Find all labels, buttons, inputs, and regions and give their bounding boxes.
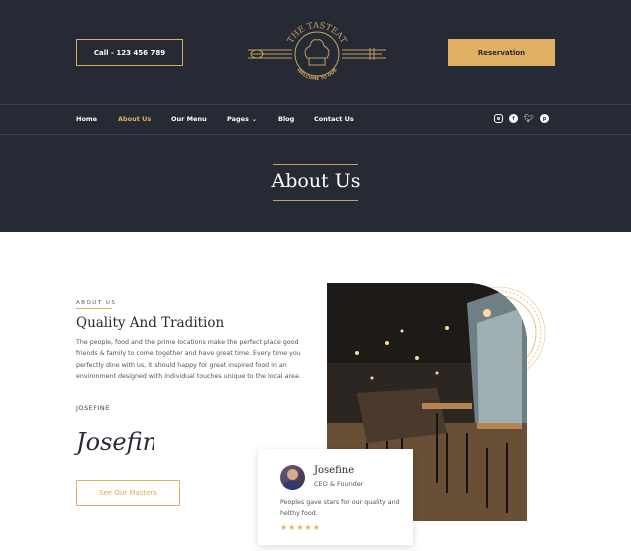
- twitter-icon[interactable]: 🐦︎: [524, 114, 534, 123]
- chevron-down-icon: ⌄: [251, 115, 257, 123]
- nav-item-label: Blog: [278, 115, 295, 123]
- logo-top-text: THE TASTEAT: [286, 21, 349, 46]
- section-heading: Quality And Tradition: [76, 315, 225, 331]
- reservation-button-label: Reservation: [477, 48, 526, 57]
- nav-top-divider: [0, 104, 631, 105]
- nav-item-about-us[interactable]: About Us: [118, 114, 151, 124]
- eyebrow-underline: [76, 308, 112, 309]
- nav-item-label: Pages: [227, 115, 249, 123]
- nav-item-label: Our Menu: [171, 115, 207, 123]
- see-our-masters-button[interactable]: See Our Masters: [76, 480, 180, 506]
- page-title: About Us: [271, 170, 361, 192]
- hero-top-rule: [273, 164, 358, 165]
- section-eyebrow: ABOUT US: [76, 300, 117, 306]
- nav-item-label: Contact Us: [314, 115, 354, 123]
- call-button-label: Call - 123 456 789: [93, 48, 166, 57]
- signature-script: Josefine: [74, 428, 154, 456]
- testimonial-role: CEO & Founder: [314, 480, 364, 488]
- testimonial-card: Josefine CEO & Founder Peoples gave star…: [258, 449, 413, 545]
- hero-bottom-rule: [273, 200, 358, 201]
- call-button[interactable]: Call - 123 456 789: [76, 39, 183, 66]
- nav-item-home[interactable]: Home: [76, 114, 97, 124]
- signature-name: JOSEFINE: [76, 404, 110, 412]
- nav-item-label: Home: [76, 115, 98, 123]
- star-rating: ★★★★★: [280, 523, 321, 532]
- nav-bottom-divider: [0, 134, 631, 135]
- nav-item-label: About Us: [118, 115, 152, 123]
- avatar: [280, 465, 305, 490]
- pinterest-icon[interactable]: p: [540, 114, 549, 123]
- nav-item-blog[interactable]: Blog: [278, 114, 294, 124]
- svg-text:THE TASTEAT: THE TASTEAT: [286, 21, 349, 46]
- nav-item-contact-us[interactable]: Contact Us: [314, 114, 354, 124]
- see-our-masters-label: See Our Masters: [99, 489, 157, 497]
- site-logo[interactable]: THE TASTEAT WELCOME TO OUR: [246, 14, 388, 90]
- nav-item-pages[interactable]: Pages ⌄: [227, 114, 257, 124]
- social-links: f 🐦︎ p: [494, 114, 549, 123]
- testimonial-text: Peoples gave stars for our quality and h…: [280, 499, 400, 517]
- testimonial-name: Josefine: [314, 465, 355, 476]
- signature-image: Josefine: [74, 428, 154, 456]
- nav-item-our-menu[interactable]: Our Menu: [171, 114, 207, 124]
- facebook-icon[interactable]: f: [509, 114, 518, 123]
- reservation-button[interactable]: Reservation: [448, 39, 555, 66]
- instagram-icon[interactable]: [494, 114, 503, 123]
- section-paragraph: The people, food and the prime locations…: [76, 339, 301, 380]
